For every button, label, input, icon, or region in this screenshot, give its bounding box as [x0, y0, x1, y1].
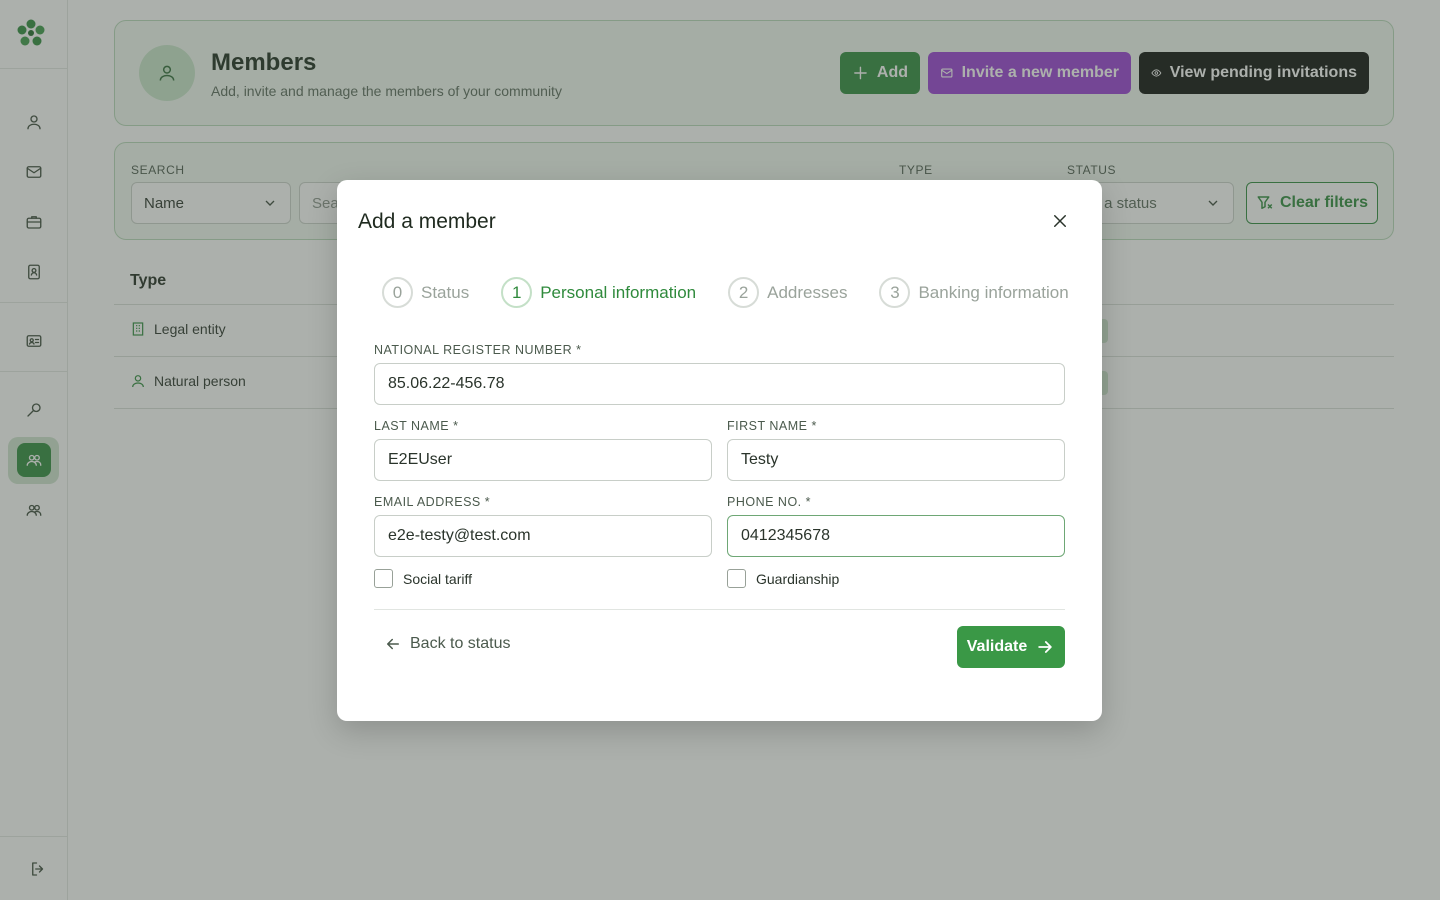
arrow-left-icon: [387, 638, 399, 650]
social-tariff-checkbox[interactable]: Social tariff: [374, 569, 472, 588]
step-number: 2: [728, 277, 760, 308]
dialog-divider: [374, 609, 1065, 610]
step-label: Personal information: [540, 282, 697, 302]
step-banking-information[interactable]: 3 Banking information: [879, 277, 1069, 308]
checkbox-box[interactable]: [374, 569, 393, 588]
step-label: Banking information: [918, 282, 1069, 302]
national-register-label: NATIONAL REGISTER NUMBER *: [374, 343, 582, 357]
last-name-input[interactable]: [374, 439, 712, 481]
back-to-status-button[interactable]: Back to status: [384, 635, 511, 653]
validate-label: Validate: [966, 638, 1028, 655]
step-addresses[interactable]: 2 Addresses: [728, 277, 847, 308]
step-number: 3: [879, 277, 911, 308]
step-number: 1: [501, 277, 533, 308]
phone-label: PHONE NO. *: [727, 495, 811, 509]
close-icon: [1054, 215, 1066, 227]
step-status[interactable]: 0 Status: [382, 277, 469, 308]
national-register-input[interactable]: [374, 363, 1065, 405]
stepper: 0 Status 1 Personal information 2 Addres…: [382, 277, 1069, 308]
step-number: 0: [382, 277, 413, 308]
email-label: EMAIL ADDRESS *: [374, 495, 491, 509]
step-personal-information[interactable]: 1 Personal information: [501, 277, 696, 308]
add-member-dialog: Add a member 0 Status 1 Personal informa…: [337, 180, 1102, 721]
social-tariff-label: Social tariff: [403, 570, 472, 587]
first-name-input[interactable]: [727, 439, 1065, 481]
step-label: Addresses: [767, 282, 848, 302]
close-button[interactable]: [1049, 210, 1071, 232]
arrow-right-icon: [1038, 641, 1052, 653]
step-label: Status: [421, 282, 470, 302]
checkbox-box[interactable]: [727, 569, 746, 588]
last-name-label: LAST NAME *: [374, 419, 459, 433]
guardianship-checkbox[interactable]: Guardianship: [727, 569, 839, 588]
email-input[interactable]: [374, 515, 712, 557]
back-to-status-label: Back to status: [410, 635, 511, 652]
guardianship-label: Guardianship: [756, 570, 840, 587]
phone-input[interactable]: [727, 515, 1065, 557]
validate-button[interactable]: Validate: [957, 626, 1065, 668]
first-name-label: FIRST NAME *: [727, 419, 817, 433]
dialog-title: Add a member: [358, 210, 496, 233]
